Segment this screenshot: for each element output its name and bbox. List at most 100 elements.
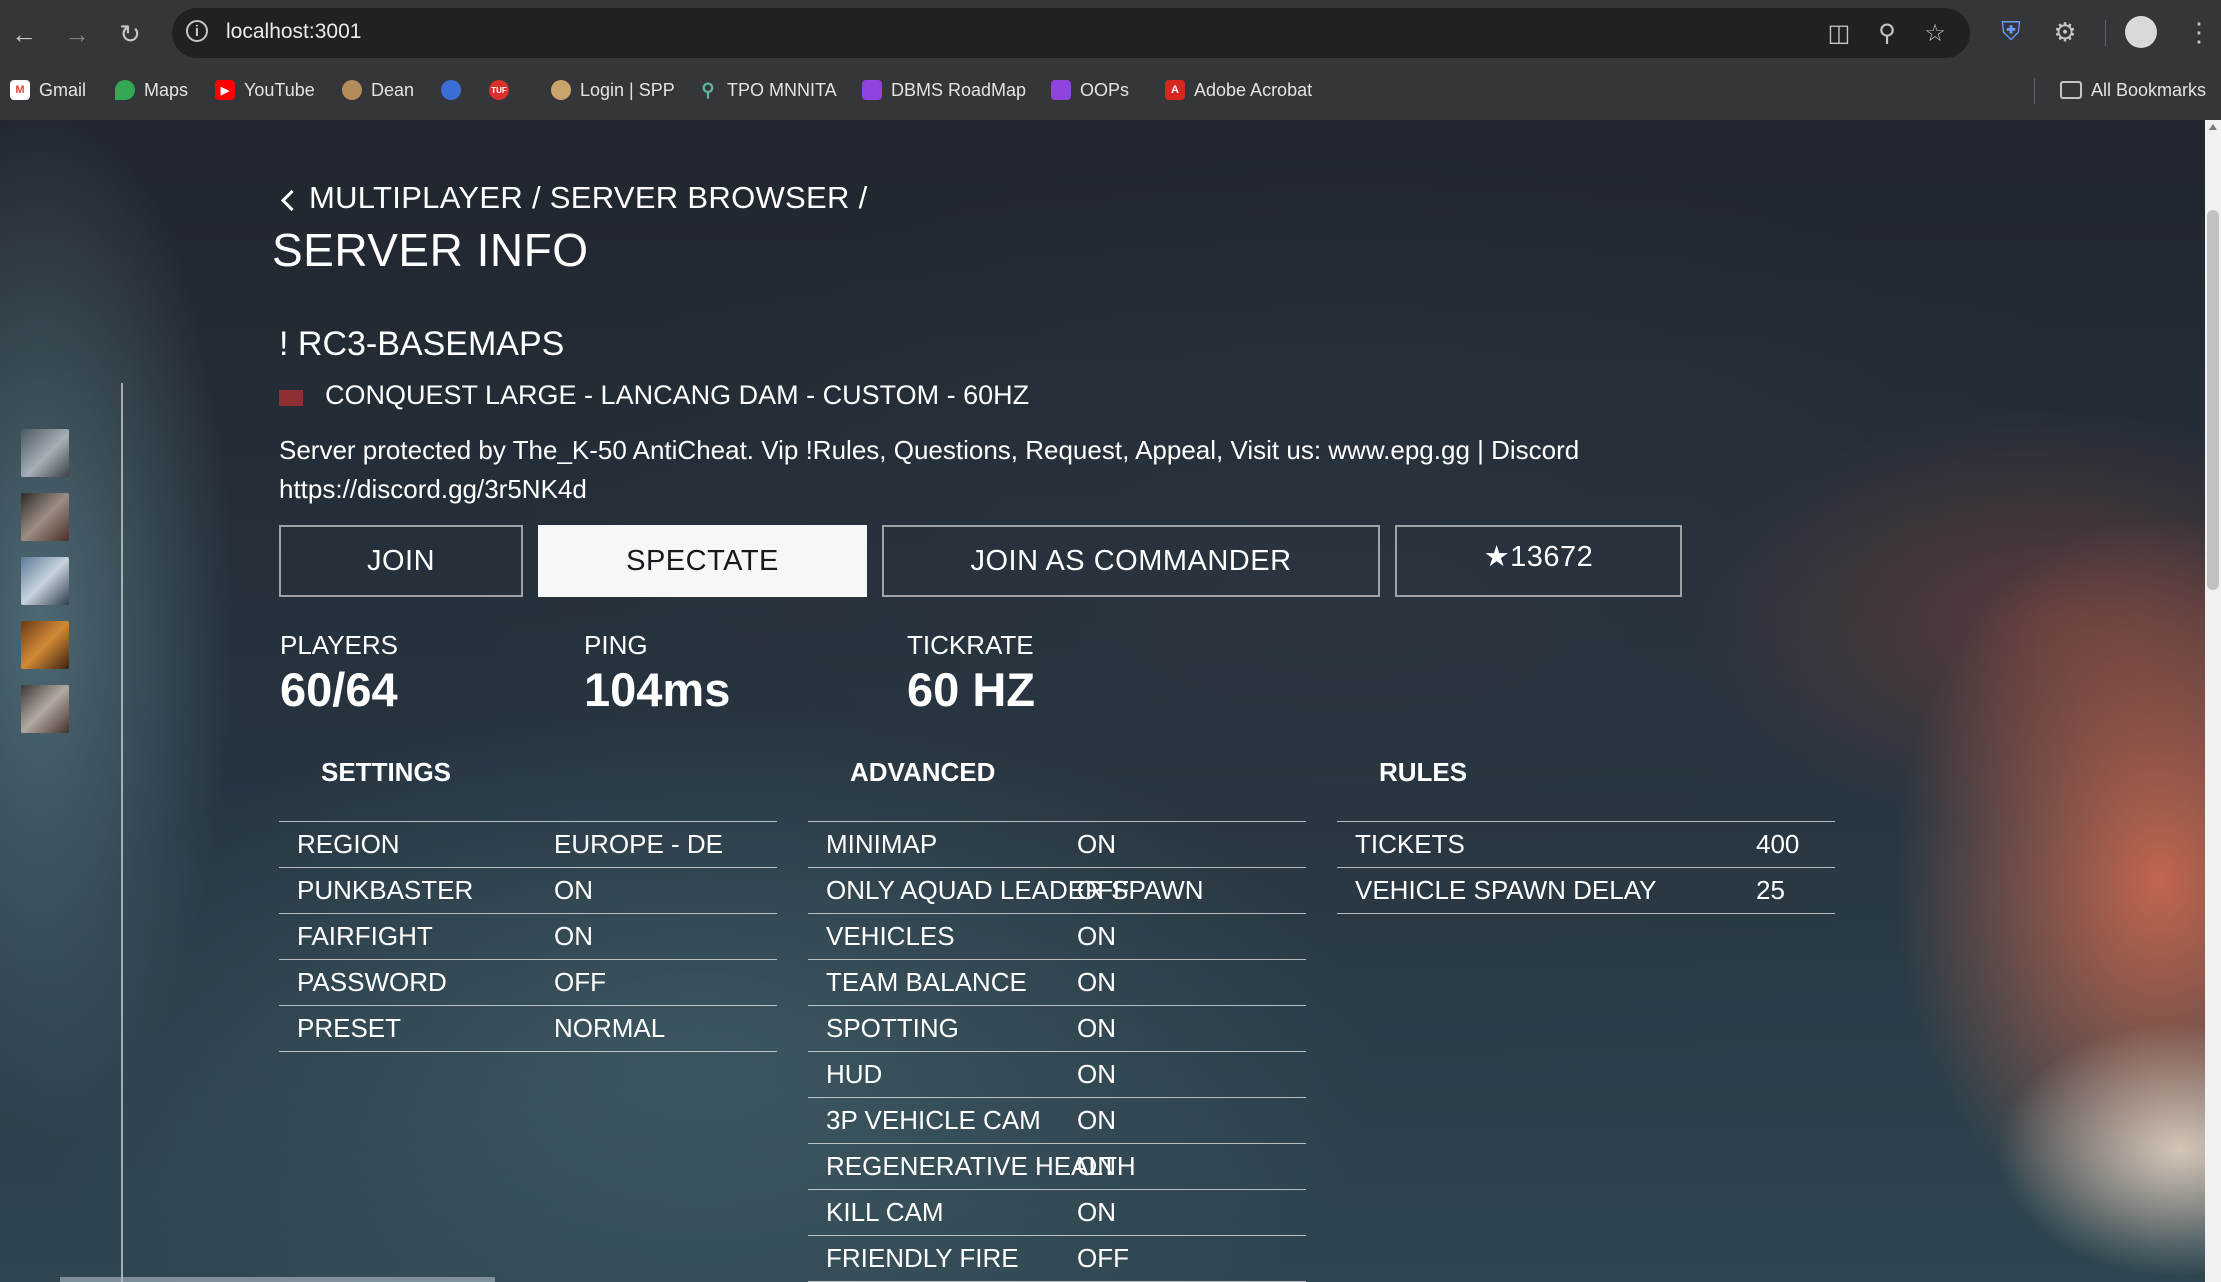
setting-key: PUNKBASTER <box>297 875 474 905</box>
setting-key: PRESET <box>297 1013 402 1043</box>
map-thumbnail-4[interactable] <box>21 621 69 669</box>
bookmark-dbms[interactable]: DBMS RoadMap <box>862 76 1026 104</box>
bookmark-star-icon[interactable]: ☆ <box>1920 18 1950 48</box>
chevron-left-icon[interactable] <box>280 189 303 211</box>
join-as-commander-button[interactable]: JOIN AS COMMANDER <box>882 525 1380 597</box>
players-value: 60/64 <box>280 663 398 716</box>
bookmark-oops[interactable]: OOPs <box>1051 76 1129 104</box>
scroll-up-arrow-icon[interactable] <box>2209 124 2217 130</box>
table-row: VEHICLES ON <box>808 914 1306 960</box>
dean-icon <box>342 80 362 100</box>
profile-avatar[interactable] <box>2125 16 2157 48</box>
install-app-icon[interactable]: ◫ <box>1824 18 1854 48</box>
bookmark-tpo[interactable]: ⚲ TPO MNNITA <box>698 76 837 104</box>
advanced-key: 3P VEHICLE CAM <box>826 1105 1041 1135</box>
table-row: FRIENDLY FIRE OFF <box>808 1236 1306 1282</box>
back-arrow-icon[interactable]: ← <box>2 12 46 56</box>
horizontal-scroll-indicator <box>60 1277 495 1282</box>
advanced-value: ON <box>1077 967 1116 997</box>
forward-arrow-icon[interactable]: → <box>55 12 99 56</box>
tickrate-label: TICKRATE <box>907 630 1034 660</box>
page-title: SERVER INFO <box>272 224 589 276</box>
bookmark-gmail[interactable]: M Gmail <box>10 76 86 104</box>
breadcrumb-text[interactable]: MULTIPLAYER / SERVER BROWSER / <box>309 180 868 216</box>
advanced-value: ON <box>1077 1059 1116 1089</box>
settings-table: REGION EUROPE - DE PUNKBASTER ON FAIRFIGHT… <box>279 821 777 1052</box>
breadcrumb[interactable]: MULTIPLAYER / SERVER BROWSER / <box>278 180 868 216</box>
youtube-icon: ▶ <box>215 80 235 100</box>
advanced-value: ON <box>1077 921 1116 951</box>
settings-heading: SETTINGS <box>321 757 452 787</box>
table-row: REGION EUROPE - DE <box>279 822 777 868</box>
address-bar[interactable]: i localhost:3001 ◫ ⚲ ☆ <box>172 8 1970 58</box>
ping-value: 104ms <box>584 663 731 716</box>
bookmark-label: Gmail <box>39 79 87 100</box>
advanced-key: MINIMAP <box>826 829 938 859</box>
advanced-value: ON <box>1077 1151 1116 1181</box>
url-text[interactable]: localhost:3001 <box>226 20 361 44</box>
table-row: KILL CAM ON <box>808 1190 1306 1236</box>
rule-value: 400 <box>1756 829 1800 859</box>
bookmark-label: Adobe Acrobat <box>1194 79 1313 100</box>
browser-chrome: ← → ↻ i localhost:3001 ◫ ⚲ ☆ ⛨ ⚙ ⋮ M Gma… <box>0 0 2221 120</box>
map-thumbnail-5[interactable] <box>21 685 69 733</box>
map-thumbnail-1[interactable] <box>21 429 69 477</box>
flag-icon <box>279 389 303 406</box>
mode-text: CONQUEST LARGE - LANCANG DAM - CUSTOM - … <box>325 380 1030 410</box>
table-row: SPOTTING ON <box>808 1006 1306 1052</box>
advanced-key: TEAM BALANCE <box>826 967 1027 997</box>
advanced-key: HUD <box>826 1059 883 1089</box>
setting-key: PASSWORD <box>297 967 447 997</box>
bookmarks-divider <box>2034 78 2035 104</box>
bookmark-label: TPO MNNITA <box>727 79 837 100</box>
table-row: REGENERATIVE HEALTH ON <box>808 1144 1306 1190</box>
bookmark-acrobat[interactable]: A Adobe Acrobat <box>1165 76 1312 104</box>
browser-toolbar: ← → ↻ i localhost:3001 ◫ ⚲ ☆ ⛨ ⚙ ⋮ <box>0 0 2221 66</box>
advanced-value: ON <box>1077 1197 1116 1227</box>
extensions-puzzle-icon[interactable]: ⚙ <box>2047 14 2083 50</box>
bookmark-label: Maps <box>144 79 189 100</box>
bookmark-dean[interactable]: Dean <box>342 76 414 104</box>
setting-value: ON <box>554 875 593 905</box>
reload-icon[interactable]: ↻ <box>108 12 152 56</box>
bookmark-maps[interactable]: Maps <box>115 76 188 104</box>
advanced-heading: ADVANCED <box>850 757 996 787</box>
all-bookmarks-label: All Bookmarks <box>2091 79 2207 100</box>
advanced-key: SPOTTING <box>826 1013 959 1043</box>
ping-label: PING <box>584 630 648 660</box>
all-bookmarks[interactable]: All Bookmarks <box>2060 76 2206 104</box>
advanced-key: VEHICLES <box>826 921 955 951</box>
bookmark-label: Dean <box>371 79 415 100</box>
zoom-icon[interactable]: ⚲ <box>1872 18 1902 48</box>
advanced-key: ONLY AQUAD LEADER SPAWN <box>826 875 1204 905</box>
table-row: ONLY AQUAD LEADER SPAWN OFF <box>808 868 1306 914</box>
bookmark-spp[interactable]: Login | SPP <box>551 76 675 104</box>
bookmark-globe[interactable] <box>441 76 470 104</box>
advanced-key: KILL CAM <box>826 1197 944 1227</box>
rule-value: 25 <box>1756 875 1785 905</box>
rules-heading: RULES <box>1379 757 1468 787</box>
setting-value: OFF <box>554 967 606 997</box>
map-thumbnail-3[interactable] <box>21 557 69 605</box>
join-button[interactable]: JOIN <box>279 525 523 597</box>
bookmarks-bar: M Gmail Maps ▶ YouTube Dean TUF Login | … <box>0 70 2221 110</box>
toolbar-divider <box>2105 20 2106 46</box>
table-row: FAIRFIGHT ON <box>279 914 777 960</box>
extension-shield-icon[interactable]: ⛨ <box>1993 14 2029 50</box>
page-scrollbar[interactable] <box>2205 120 2221 1282</box>
players-label: PLAYERS <box>280 630 399 660</box>
folder-icon <box>2060 81 2082 99</box>
tickrate-value: 60 HZ <box>907 663 1035 716</box>
bookmark-youtube[interactable]: ▶ YouTube <box>215 76 315 104</box>
spectate-button[interactable]: SPECTATE <box>538 525 867 597</box>
bookmark-tuf[interactable]: TUF <box>489 76 518 104</box>
table-row: PASSWORD OFF <box>279 960 777 1006</box>
setting-key: FAIRFIGHT <box>297 921 433 951</box>
table-row: PUNKBASTER ON <box>279 868 777 914</box>
map-thumbnail-2[interactable] <box>21 493 69 541</box>
scrollbar-thumb[interactable] <box>2207 210 2219 590</box>
site-info-icon[interactable]: i <box>186 20 208 42</box>
favorite-button[interactable]: ★13672 <box>1395 525 1682 597</box>
gmail-icon: M <box>10 80 30 100</box>
menu-dots-icon[interactable]: ⋮ <box>2181 14 2217 50</box>
